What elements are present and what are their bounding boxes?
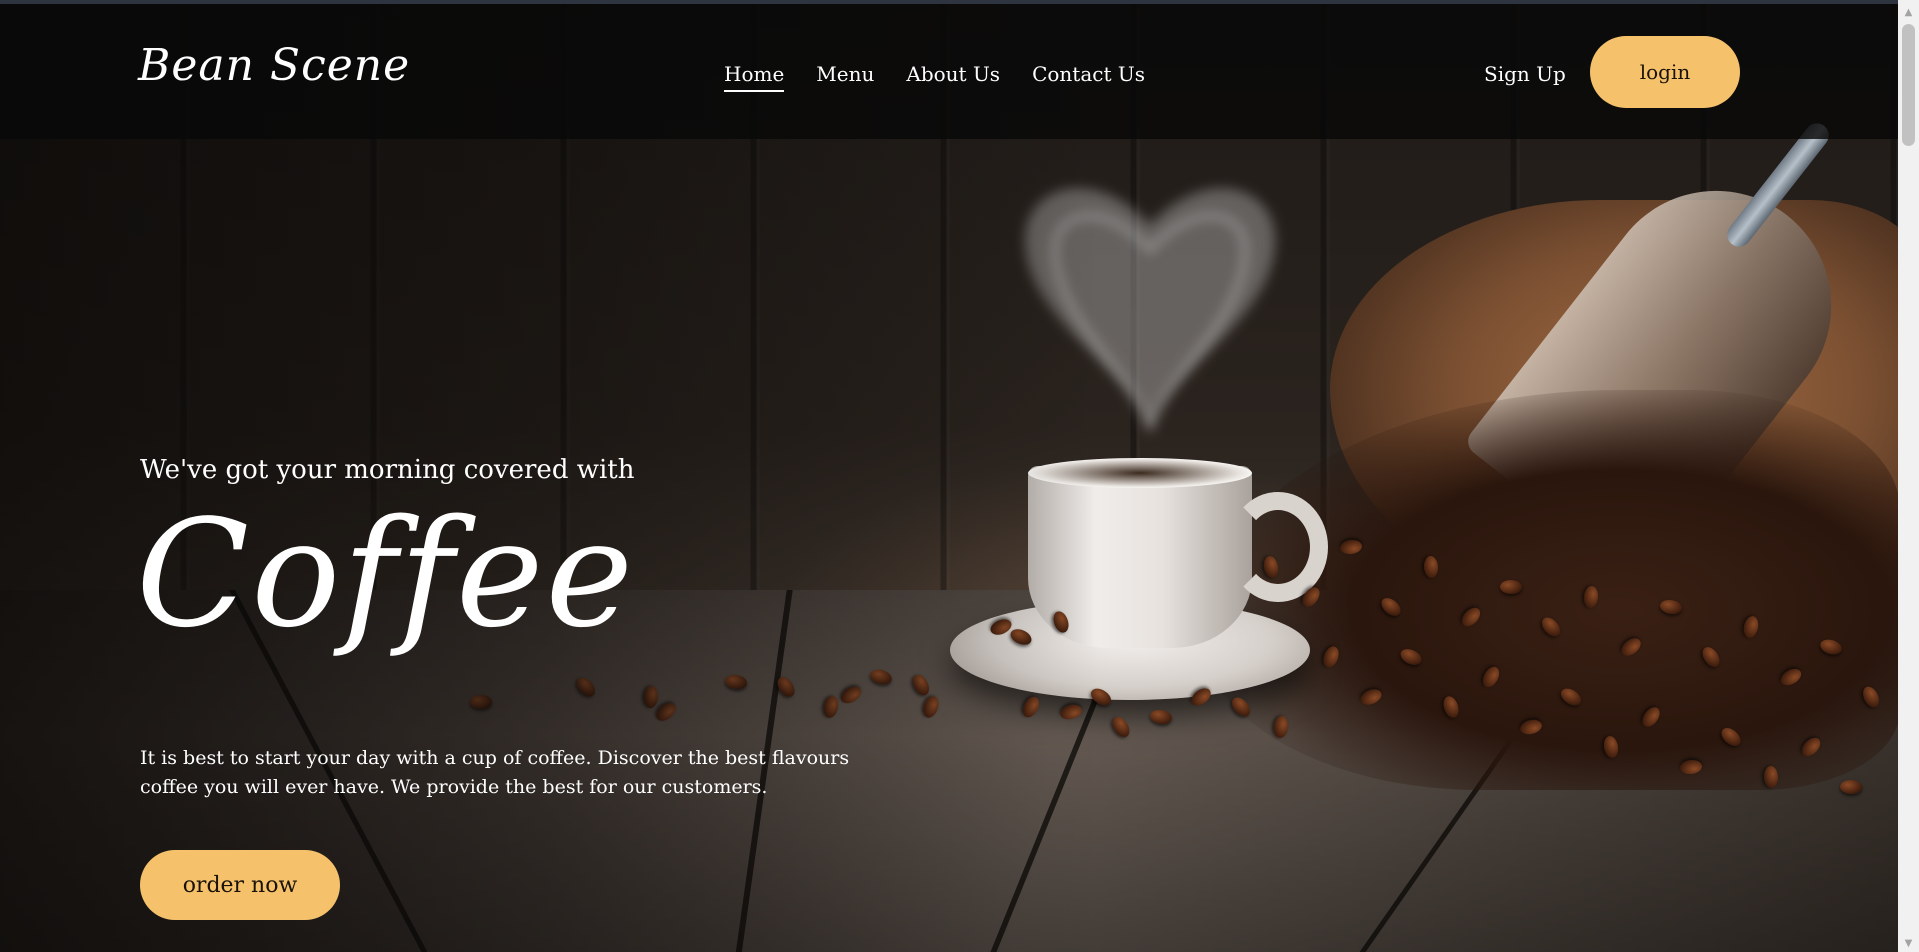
sign-up-link[interactable]: Sign Up [1484, 62, 1566, 86]
nav-link-contact-us[interactable]: Contact Us [1032, 62, 1145, 92]
scroll-up-arrow-icon[interactable]: ▲ [1898, 4, 1919, 21]
scroll-thumb[interactable] [1902, 24, 1915, 146]
page-scrollbar[interactable]: ▲ ▼ [1898, 0, 1919, 952]
nav-links: Home Menu About Us Contact Us [724, 62, 1145, 92]
order-now-button[interactable]: order now [140, 850, 340, 920]
navbar: Bean Scene Home Menu About Us Contact Us… [0, 4, 1898, 139]
brand-logo[interactable]: Bean Scene [138, 40, 410, 91]
coffee-bean-image [1499, 579, 1523, 595]
hero-tagline: We've got your morning covered with [140, 455, 635, 485]
hero-headline: Coffee [136, 488, 636, 660]
cup-handle-image [1228, 492, 1328, 602]
page-viewport: Bean Scene Home Menu About Us Contact Us… [0, 0, 1898, 952]
scroll-down-arrow-icon[interactable]: ▼ [1898, 935, 1919, 952]
login-button[interactable]: login [1590, 36, 1740, 108]
nav-link-about-us[interactable]: About Us [906, 62, 1000, 92]
hero-description: It is best to start your day with a cup … [140, 747, 850, 798]
nav-link-menu[interactable]: Menu [816, 62, 874, 92]
window-top-border [0, 0, 1919, 4]
nav-link-home[interactable]: Home [724, 62, 785, 92]
